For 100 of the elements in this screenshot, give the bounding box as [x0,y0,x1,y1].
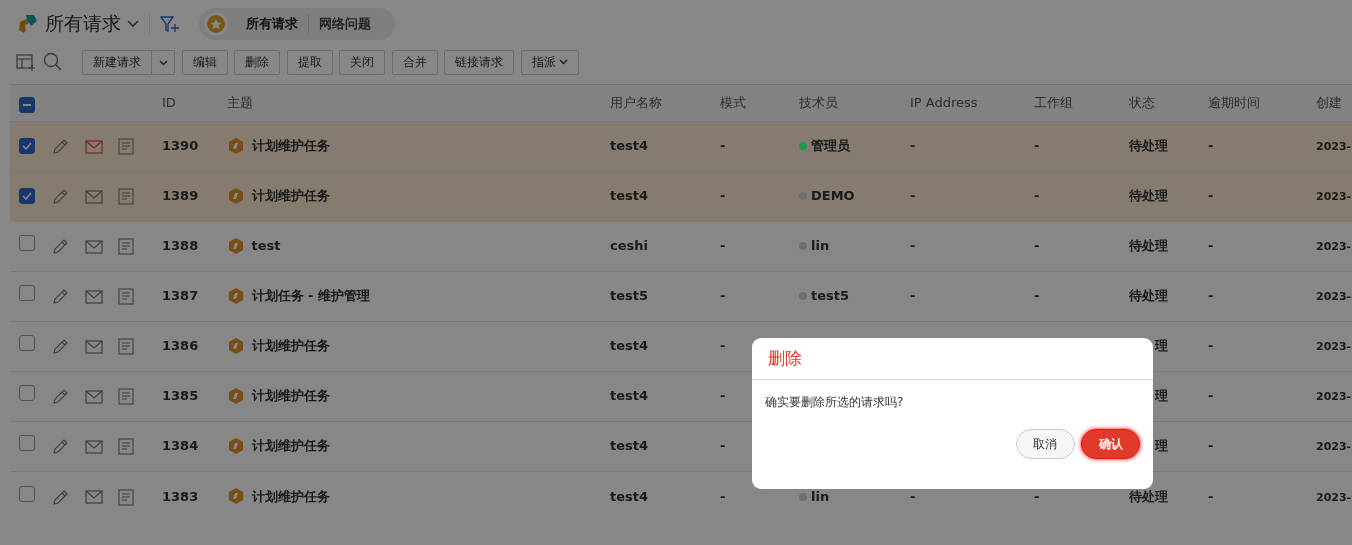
confirm-button[interactable]: 确认 [1081,429,1140,459]
row-checkbox[interactable] [19,235,35,252]
subject-link[interactable]: test [251,236,281,256]
table-cell: DEMO [811,188,855,204]
subject-link[interactable]: 计划维护任务 [251,386,330,406]
mail-icon[interactable] [84,339,103,354]
subject-link[interactable]: 计划维护任务 [251,186,330,206]
notes-icon[interactable] [118,288,134,306]
search-icon[interactable] [42,52,63,72]
assign-button[interactable]: 指派 [520,49,579,75]
new-request-button[interactable]: 新建请求 [82,49,152,75]
table-cell: 待处理 [1129,188,1168,204]
table-cell: - [1208,438,1214,454]
caret-icon [158,59,168,66]
mail-icon[interactable] [84,389,103,404]
table-cell: - [720,388,726,404]
table-cell: - [910,238,916,254]
edit-icon[interactable] [52,438,69,456]
edit-icon[interactable] [52,388,69,406]
subject-link[interactable]: 计划维护任务 [251,436,330,456]
edit-icon[interactable] [52,338,69,356]
edit-icon[interactable] [52,238,69,256]
mail-icon[interactable] [84,239,103,254]
table-cell: - [720,138,726,154]
table-cell: - [910,488,916,504]
table-cell: 1383 [162,488,199,504]
notes-icon[interactable] [118,338,134,356]
mail-icon[interactable] [84,490,103,504]
edit-icon[interactable] [52,488,69,506]
mail-icon[interactable] [84,289,103,304]
row-checkbox[interactable] [19,485,35,502]
table-cell: 1389 [162,188,199,204]
column-header[interactable]: 模式 [720,94,746,110]
table-cell: - [1208,288,1214,304]
table-cell: - [1034,238,1040,254]
edit-icon[interactable] [52,188,69,206]
toolbar-button[interactable]: 关闭 [339,49,385,75]
column-header[interactable]: ID [162,94,176,110]
row-checkbox[interactable] [19,385,35,402]
table-cell: test4 [610,338,649,354]
check-icon [22,142,32,151]
table-cell: - [1034,488,1040,504]
notes-icon[interactable] [118,238,134,256]
request-icon [227,287,245,305]
subject-link[interactable]: 计划维护任务 [251,136,330,156]
row-checkbox[interactable] [19,188,35,205]
table-cell: lin [811,238,830,254]
chevron-down-icon[interactable] [127,19,139,28]
column-header[interactable]: 状态 [1129,94,1155,110]
edit-icon[interactable] [52,138,69,156]
table-cell: test4 [610,138,649,154]
caret-icon [558,59,568,65]
select-all-checkbox[interactable] [19,97,35,113]
column-header[interactable]: 工作组 [1034,94,1073,110]
subject-link[interactable]: 计划维护任务 [251,336,330,356]
table-cell: 2023- [1316,240,1352,254]
table-cell: test5 [610,288,649,304]
table-cell: - [1034,138,1040,154]
notes-icon[interactable] [118,188,134,206]
mail-icon[interactable] [84,439,103,454]
toolbar-button[interactable]: 提取 [286,49,333,75]
table-cell: 2023- [1316,490,1352,504]
mail-icon[interactable] [84,189,103,204]
toolbar-button[interactable]: 链接请求 [444,49,514,75]
row-checkbox[interactable] [19,435,35,452]
table-cell: 1384 [162,438,199,454]
request-icon [227,137,245,155]
table-cell: 2023- [1316,340,1352,354]
dropdown-button[interactable] [152,49,175,75]
table-cell: 1385 [162,388,199,404]
row-checkbox[interactable] [19,138,35,155]
subject-link[interactable]: 计划维护任务 [251,486,330,506]
row-checkbox[interactable] [19,285,35,302]
subject-link[interactable]: 计划任务 - 维护管理 [251,286,370,306]
toolbar-button[interactable]: 合并 [391,49,438,75]
toolbar-button[interactable]: 删除 [234,49,280,75]
column-settings-icon[interactable] [16,53,36,71]
table-cell: 管理员 [811,138,850,154]
cancel-button[interactable]: 取消 [1015,429,1075,459]
notes-icon[interactable] [118,138,134,156]
table-cell: - [1034,288,1040,304]
notes-icon[interactable] [118,388,134,406]
request-icon [227,237,245,255]
table-cell: - [720,488,726,504]
filter-add-icon[interactable] [159,14,180,33]
notes-icon[interactable] [118,438,134,456]
row-checkbox[interactable] [19,335,35,352]
mail-icon[interactable] [84,139,103,154]
tab[interactable]: 所有请求 [235,13,308,34]
toolbar-button[interactable]: 编辑 [181,49,228,75]
app-logo-icon [16,12,38,35]
table-cell: - [720,438,726,454]
request-icon [227,387,245,405]
column-header[interactable]: 技术员 [799,94,838,110]
table-cell: - [720,338,726,354]
edit-icon[interactable] [52,288,69,306]
column-header[interactable]: 主题 [227,94,253,110]
table-cell: 2023- [1316,290,1352,304]
notes-icon[interactable] [118,488,134,506]
tab[interactable]: 网络问题 [307,13,381,34]
